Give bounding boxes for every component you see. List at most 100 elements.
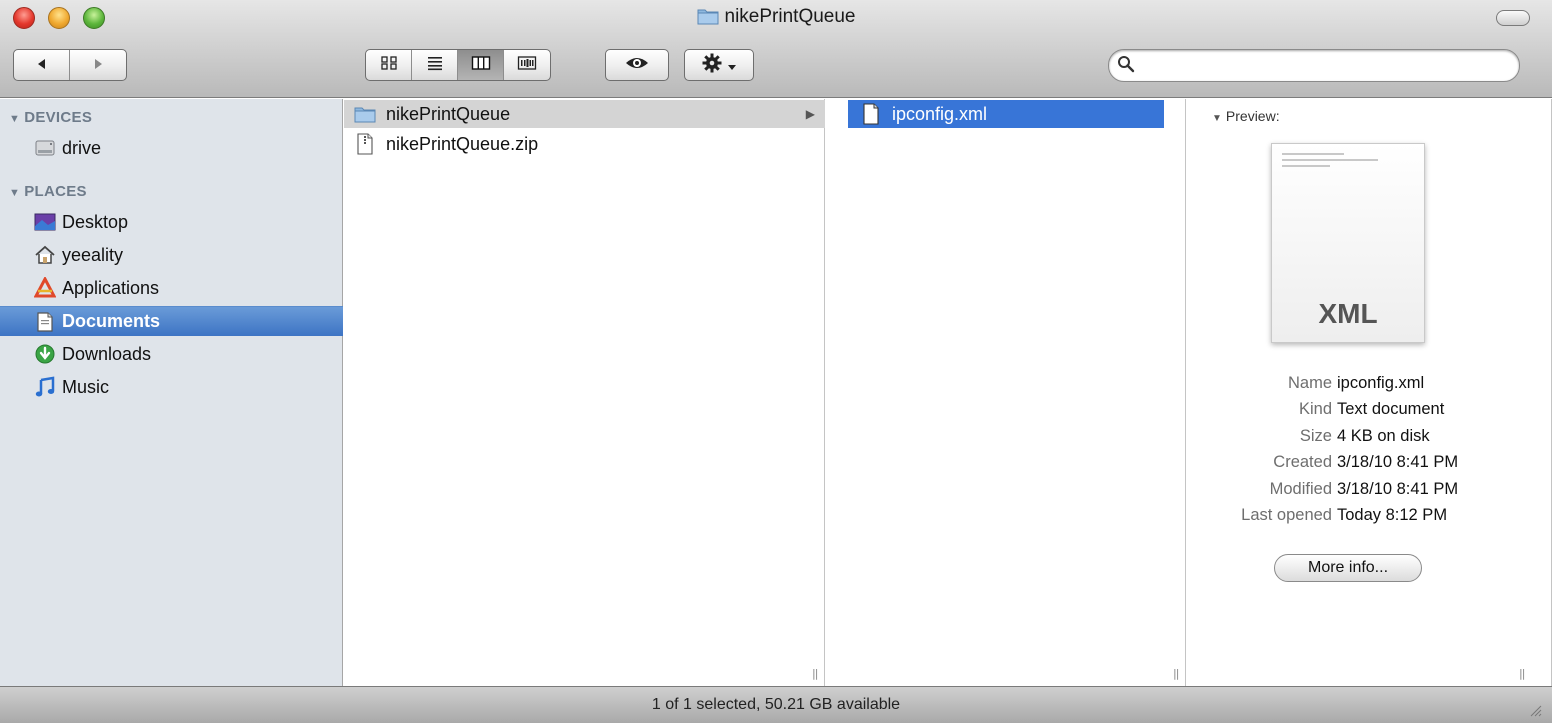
info-row-last-opened: Last opened Today 8:12 PM (1187, 503, 1552, 530)
info-value: 3/18/10 8:41 PM (1337, 453, 1459, 472)
disclosure-triangle-icon: ▼ (1212, 113, 1222, 124)
info-row-name: Name ipconfig.xml (1187, 370, 1552, 397)
browser-column-1[interactable]: nikePrintQueue ▶ nikePrintQueue.zip || (344, 99, 825, 686)
navigation-buttons (13, 49, 127, 81)
title-bar: nikePrintQueue (0, 0, 1552, 98)
list-item-nikeprintqueue-folder[interactable]: nikePrintQueue ▶ (344, 100, 825, 128)
info-key: Name (1287, 373, 1332, 392)
folder-icon (354, 103, 376, 125)
preview-heading[interactable]: ▼ Preview: (1212, 108, 1280, 124)
list-view-button[interactable] (412, 50, 458, 80)
window-resize-grip-icon[interactable] (1528, 703, 1542, 717)
info-row-modified: Modified 3/18/10 8:41 PM (1187, 476, 1552, 503)
list-item-label: ipconfig.xml (892, 103, 988, 124)
info-key: Size (1299, 426, 1332, 445)
sidebar-item-yeeality[interactable]: yeeality (0, 240, 343, 270)
info-row-created: Created 3/18/10 8:41 PM (1187, 450, 1552, 477)
sidebar-item-label: Music (62, 376, 110, 397)
disclosure-triangle-icon: ▼ (9, 113, 21, 125)
info-row-size: Size 4 KB on disk (1187, 423, 1552, 450)
list-item-ipconfig-xml[interactable]: ipconfig.xml (848, 100, 1164, 128)
info-key: Created (1273, 453, 1332, 472)
view-mode-buttons (365, 49, 551, 81)
finder-window: nikePrintQueue ▼ DEVICES drive ▼ PLACES … (0, 0, 1552, 723)
column-resize-handle[interactable]: || (1519, 667, 1526, 680)
downloads-icon (34, 343, 56, 365)
window-title: nikePrintQueue (0, 6, 1552, 31)
sidebar-heading-label: PLACES (24, 183, 87, 200)
file-preview-thumbnail: XML (1271, 143, 1425, 343)
sidebar-heading-places[interactable]: ▼ PLACES (9, 183, 87, 200)
sidebar-heading-label: DEVICES (24, 109, 93, 126)
document-icon (860, 103, 882, 125)
icon-view-button[interactable] (366, 50, 412, 80)
more-info-button[interactable]: More info... (1274, 554, 1422, 582)
list-view-icon (426, 55, 444, 75)
column-view-icon (471, 55, 491, 75)
column-resize-handle[interactable]: || (812, 667, 819, 680)
action-menu-button[interactable] (684, 49, 754, 81)
eye-icon (624, 55, 650, 75)
info-value: 3/18/10 8:41 PM (1337, 479, 1459, 498)
sidebar-item-label: Applications (62, 277, 160, 298)
documents-icon (34, 311, 56, 333)
coverflow-view-icon (517, 55, 537, 75)
left-triangle-icon (35, 56, 49, 75)
sidebar-item-label: yeeality (62, 244, 124, 265)
zip-file-icon (354, 133, 376, 155)
preview-file-extension: XML (1318, 298, 1378, 329)
right-triangle-icon (91, 56, 105, 75)
preview-heading-label: Preview: (1225, 108, 1280, 124)
sidebar-item-label: Documents (62, 311, 161, 331)
search-input[interactable] (1141, 56, 1519, 75)
info-row-kind: Kind Text document (1187, 397, 1552, 424)
forward-button[interactable] (70, 50, 126, 80)
icon-view-icon (380, 55, 398, 75)
disclosure-arrow-icon: ▶ (805, 107, 815, 121)
list-item-nikeprintqueue-zip[interactable]: nikePrintQueue.zip (344, 130, 825, 158)
info-value: Today 8:12 PM (1337, 506, 1448, 525)
info-key: Kind (1298, 400, 1332, 419)
status-bar: 1 of 1 selected, 50.21 GB available (0, 686, 1552, 723)
music-icon (34, 376, 56, 398)
folder-icon (697, 7, 719, 31)
preview-text-lines (1282, 153, 1378, 171)
preview-column: ▼ Preview: XML Name ipconfig.xml Kind Tex… (1187, 99, 1552, 686)
list-item-label: nikePrintQueue (386, 103, 511, 124)
list-item-label: nikePrintQueue.zip (386, 133, 539, 154)
info-key: Modified (1269, 479, 1332, 498)
sidebar-item-documents[interactable]: Documents (0, 306, 343, 336)
harddrive-icon (34, 137, 56, 159)
sidebar-item-label: Downloads (62, 343, 152, 364)
column-view-button[interactable] (458, 50, 504, 80)
column-resize-handle[interactable]: || (1173, 667, 1180, 680)
home-icon (34, 244, 56, 266)
sidebar-heading-devices[interactable]: ▼ DEVICES (9, 109, 92, 126)
window-title-text: nikePrintQueue (724, 6, 856, 27)
action-menu-segment (685, 50, 753, 80)
coverflow-view-button[interactable] (504, 50, 550, 80)
back-button[interactable] (14, 50, 71, 80)
sidebar-item-applications[interactable]: Applications (0, 273, 343, 303)
desktop-icon (34, 211, 56, 233)
info-key: Last opened (1241, 506, 1332, 525)
sidebar-item-desktop[interactable]: Desktop (0, 207, 343, 237)
toolbar-toggle-button[interactable] (1496, 10, 1530, 26)
info-value: ipconfig.xml (1337, 373, 1425, 392)
gear-icon (701, 52, 723, 78)
sidebar-item-drive[interactable]: drive (0, 133, 343, 163)
browser-column-2[interactable]: ipconfig.xml || (826, 99, 1186, 686)
info-value: Text document (1337, 400, 1445, 419)
file-info-table: Name ipconfig.xml Kind Text document Siz… (1187, 370, 1552, 529)
quick-look-button[interactable] (605, 49, 669, 81)
status-text: 1 of 1 selected, 50.21 GB available (651, 696, 901, 713)
info-value: 4 KB on disk (1337, 426, 1430, 445)
sidebar-item-music[interactable]: Music (0, 372, 343, 402)
quick-look-segment (606, 50, 668, 80)
search-icon (1117, 55, 1135, 77)
sidebar-item-downloads[interactable]: Downloads (0, 339, 343, 369)
disclosure-triangle-icon: ▼ (9, 187, 21, 199)
search-field[interactable] (1108, 49, 1520, 82)
applications-icon (34, 277, 56, 299)
sidebar: ▼ DEVICES drive ▼ PLACES Desktop yeealit… (0, 99, 343, 686)
